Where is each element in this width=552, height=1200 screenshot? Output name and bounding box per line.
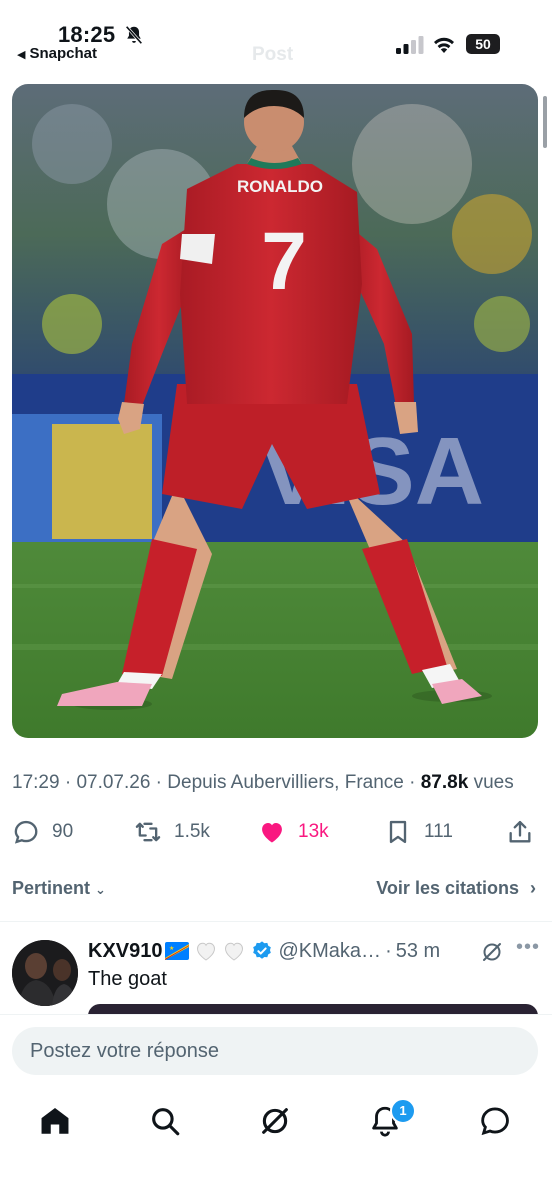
tweet-time: 17:29: [12, 772, 60, 793]
like-button[interactable]: 13k: [258, 812, 329, 852]
reply-age: 53 m: [395, 939, 441, 962]
repost-button[interactable]: 1.5k: [134, 812, 210, 852]
view-quotes-link[interactable]: Voir les citations ›: [376, 878, 536, 899]
tweet-actions: 90 1.5k 13k 111: [0, 812, 552, 852]
reply-author-handle[interactable]: @KMaka…: [279, 940, 382, 963]
status-bar: 18:25 ◀ Snapchat Post 50: [0, 0, 552, 80]
battery-indicator: 50: [466, 34, 500, 54]
dr-congo-flag-icon: ★: [164, 942, 189, 960]
share-button[interactable]: [506, 812, 534, 852]
reply-count: 90: [52, 821, 74, 842]
tweet-date: 07.07.26: [76, 772, 151, 793]
home-icon: [41, 1107, 69, 1134]
reply-text: The goat: [88, 968, 167, 990]
photo-illustration: VISA RONALDO 7: [12, 84, 538, 738]
verified-badge-icon: [252, 941, 271, 959]
reply-composer-bar: Postez votre réponse: [0, 1014, 552, 1087]
back-to-app-link[interactable]: ◀ Snapchat: [17, 45, 97, 62]
chevron-right-icon: ›: [530, 878, 536, 898]
more-options-icon[interactable]: •••: [516, 936, 540, 959]
avatar-image: [12, 940, 78, 1006]
heart-filled-icon: [262, 823, 282, 843]
quotes-label: Voir les citations: [376, 878, 519, 898]
like-count: 13k: [298, 821, 329, 842]
reply-icon: [14, 820, 38, 844]
reply-input[interactable]: Postez votre réponse: [12, 1027, 538, 1075]
grok-icon[interactable]: [480, 940, 504, 964]
reply-author-name[interactable]: KXV910: [88, 940, 163, 963]
sort-label: Pertinent: [12, 878, 91, 898]
white-heart-icon: [196, 942, 215, 961]
views-label: vues: [473, 772, 514, 793]
bookmark-count: 111: [424, 821, 453, 842]
bell-slash-icon: [125, 25, 143, 45]
bookmark-icon: [389, 820, 407, 844]
tweet-location: Depuis Aubervilliers, France: [167, 772, 404, 793]
chevron-down-icon: ⌄: [95, 882, 106, 897]
jersey-number: 7: [261, 216, 307, 307]
notifications-badge: 1: [390, 1098, 416, 1124]
white-heart-icon: [224, 942, 243, 961]
repost-icon: [135, 822, 161, 842]
search-icon: [152, 1108, 180, 1136]
view-count: 87.8k: [420, 772, 469, 793]
bottom-tab-bar: [0, 1086, 552, 1200]
grok-icon: [262, 1108, 288, 1134]
back-triangle-icon: ◀: [17, 49, 26, 61]
wifi-icon: [434, 37, 454, 53]
svg-text:★: ★: [169, 945, 174, 952]
tab-messages[interactable]: [478, 1104, 512, 1138]
header-title-faded: Post: [252, 44, 294, 65]
cellular-signal-icon: [396, 36, 424, 54]
divider: [0, 921, 552, 922]
tab-grok[interactable]: [258, 1104, 292, 1138]
reply-avatar[interactable]: [12, 940, 78, 1006]
back-app-label: Snapchat: [29, 45, 97, 62]
sort-replies-dropdown[interactable]: Pertinent ⌄: [12, 878, 106, 899]
reply-button[interactable]: 90: [12, 812, 73, 852]
chat-bubble-icon: [481, 1107, 509, 1136]
share-icon: [509, 820, 531, 843]
tweet-meta: 17:29 · 07.07.26 · Depuis Aubervilliers,…: [12, 772, 514, 793]
tab-home[interactable]: [38, 1104, 72, 1138]
reply-input-placeholder: Postez votre réponse: [30, 1040, 219, 1062]
dot-separator: ·: [385, 939, 392, 962]
repost-count: 1.5k: [174, 821, 210, 842]
reply-header: KXV910 ★ @KMaka… · 53 m: [88, 938, 440, 964]
bookmark-button[interactable]: 111: [384, 812, 453, 852]
jersey-name: RONALDO: [237, 177, 323, 196]
scrollbar[interactable]: [543, 96, 547, 148]
tab-search[interactable]: [148, 1104, 182, 1138]
tweet-photo[interactable]: VISA RONALDO 7: [12, 84, 538, 738]
